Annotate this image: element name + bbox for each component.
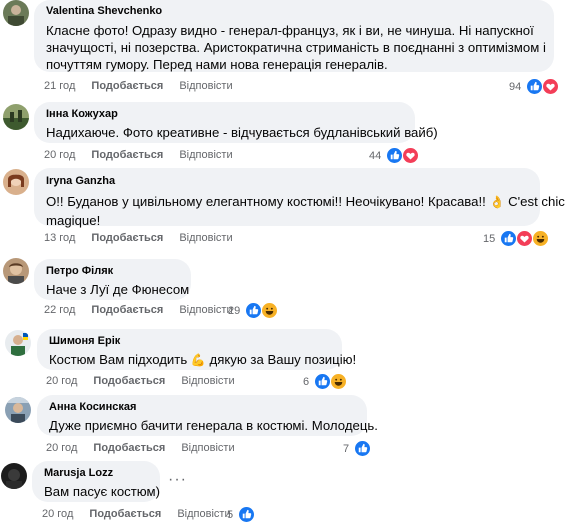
like-button[interactable]: Подобається: [91, 232, 163, 244]
comment-author[interactable]: Шимоня Ерік: [49, 334, 330, 349]
haha-reaction-icon: [532, 230, 550, 247]
reaction-count: 5: [227, 508, 234, 521]
comment-author[interactable]: Анна Косинская: [49, 400, 355, 415]
haha-reaction-icon: [261, 302, 279, 319]
like-reaction-icon: [245, 302, 263, 319]
like-reaction-icon: [526, 78, 544, 95]
like-reaction-icon: [500, 230, 518, 247]
comment-text: Костюм Вам підходить: [49, 352, 188, 367]
reactions[interactable]: 6: [303, 373, 348, 390]
comment-text-line: Дуже приємно бачити генерала в костюмі. …: [49, 418, 378, 433]
reaction-count: 29: [228, 304, 241, 317]
reaction-count: 6: [303, 375, 310, 388]
haha-reaction-icon: [330, 373, 348, 390]
like-button[interactable]: Подобається: [93, 442, 165, 454]
reactions[interactable]: 94: [509, 78, 560, 95]
comment-text-line: О!! Буданов у цивільному елегантному кос…: [46, 193, 565, 211]
reply-button[interactable]: Відповісти: [177, 508, 230, 520]
avatar[interactable]: [3, 104, 29, 130]
like-button[interactable]: Подобається: [91, 304, 163, 316]
reply-button[interactable]: Відповісти: [181, 442, 234, 454]
comment-text-line: почуттям гумору. Перед нами нова генерац…: [46, 57, 388, 72]
like-reaction-icon: [238, 506, 256, 523]
comment-time[interactable]: 20 год: [42, 508, 73, 520]
like-button[interactable]: Подобається: [91, 149, 163, 161]
comment-meta: 20 год Подобається Відповісти: [46, 374, 235, 388]
more-options-icon[interactable]: ···: [168, 471, 187, 489]
reaction-count: 44: [369, 149, 382, 162]
comment-text-line: Надихаюче. Фото креативне - відчувається…: [46, 125, 438, 140]
comment-author[interactable]: Петро Філяк: [46, 264, 179, 279]
comment-bubble: Петро Філяк Наче з Луї де Фюнесом: [34, 259, 191, 300]
reactions[interactable]: 7: [343, 440, 372, 457]
reaction-count: 7: [343, 442, 350, 455]
comment-text-line: Вам пасує костюм): [44, 484, 161, 499]
comment-bubble: Шимоня Ерік Костюм Вам підходить 💪 дякую…: [37, 329, 356, 370]
reaction-count: 94: [509, 80, 522, 93]
comment-meta: 20 год Подобається Відповісти: [42, 507, 231, 521]
avatar[interactable]: [3, 169, 29, 195]
reply-button[interactable]: Відповісти: [181, 375, 234, 387]
avatar[interactable]: [3, 0, 29, 26]
comment-meta: 22 год Подобається Відповісти: [44, 303, 233, 317]
comment-meta: 13 год Подобається Відповісти: [44, 231, 233, 245]
comment-time[interactable]: 20 год: [46, 375, 77, 387]
comment-text-line: значущості, ні позерства. Аристократична…: [46, 40, 546, 55]
comment-text-line: Наче з Луї де Фюнесом: [46, 282, 190, 297]
love-reaction-icon: [402, 147, 420, 164]
comment-author[interactable]: Valentina Shevchenko: [46, 4, 542, 19]
like-reaction-icon: [314, 373, 332, 390]
comment-meta: 21 год Подобається Відповісти: [44, 79, 233, 93]
comment-time[interactable]: 20 год: [44, 149, 75, 161]
reply-button[interactable]: Відповісти: [179, 304, 232, 316]
comment-author[interactable]: Iryna Ganzha: [46, 174, 528, 189]
like-button[interactable]: Подобається: [93, 375, 165, 387]
comment-text-line: magique!: [46, 213, 101, 228]
reply-button[interactable]: Відповісти: [179, 80, 232, 92]
comment-time[interactable]: 21 год: [44, 80, 75, 92]
comment-author[interactable]: Marusja Lozz: [44, 466, 148, 481]
comment-text: дякую за Вашу позицію!: [209, 352, 357, 367]
avatar[interactable]: [1, 463, 27, 489]
comment-bubble: Valentina Shevchenko Класне фото! Одразу…: [34, 0, 554, 72]
comment-time[interactable]: 20 год: [46, 442, 77, 454]
avatar[interactable]: [5, 397, 31, 423]
comment-meta: 20 год Подобається Відповісти: [46, 441, 235, 455]
comment-meta: 20 год Подобається Відповісти: [44, 148, 233, 162]
love-reaction-icon: [542, 78, 560, 95]
like-reaction-icon: [354, 440, 372, 457]
reactions[interactable]: 44: [369, 147, 420, 164]
comment-text-line: Костюм Вам підходить 💪 дякую за Вашу поз…: [49, 351, 356, 369]
flexed-biceps-emoji-icon: 💪: [190, 353, 206, 367]
comment-text: О!! Буданов у цивільному елегантному кос…: [46, 194, 486, 209]
comment-author[interactable]: Інна Кожухар: [46, 107, 403, 122]
comment-text-line: Класне фото! Одразу видно - генерал-фран…: [46, 23, 534, 38]
reaction-count: 15: [483, 232, 496, 245]
comment-bubble: Інна Кожухар Надихаюче. Фото креативне -…: [34, 102, 438, 143]
love-reaction-icon: [516, 230, 534, 247]
comment-bubble: Marusja Lozz Вам пасує костюм): [32, 461, 160, 502]
ok-hand-emoji-icon: 👌: [489, 195, 505, 209]
reply-button[interactable]: Відповісти: [179, 232, 232, 244]
like-reaction-icon: [386, 147, 404, 164]
reactions[interactable]: 15: [483, 230, 550, 247]
comment-time[interactable]: 22 год: [44, 304, 75, 316]
reply-button[interactable]: Відповісти: [179, 149, 232, 161]
comment-time[interactable]: 13 год: [44, 232, 75, 244]
avatar[interactable]: [5, 330, 31, 356]
comment-text-suffix: C'est chic: [508, 194, 565, 209]
comment-bubble: Iryna Ganzha О!! Буданов у цивільному ел…: [34, 168, 565, 228]
avatar[interactable]: [3, 258, 29, 284]
like-button[interactable]: Подобається: [89, 508, 161, 520]
like-button[interactable]: Подобається: [91, 80, 163, 92]
comment-bubble: Анна Косинская Дуже приємно бачити генер…: [37, 395, 378, 436]
reactions[interactable]: 29: [228, 302, 279, 319]
